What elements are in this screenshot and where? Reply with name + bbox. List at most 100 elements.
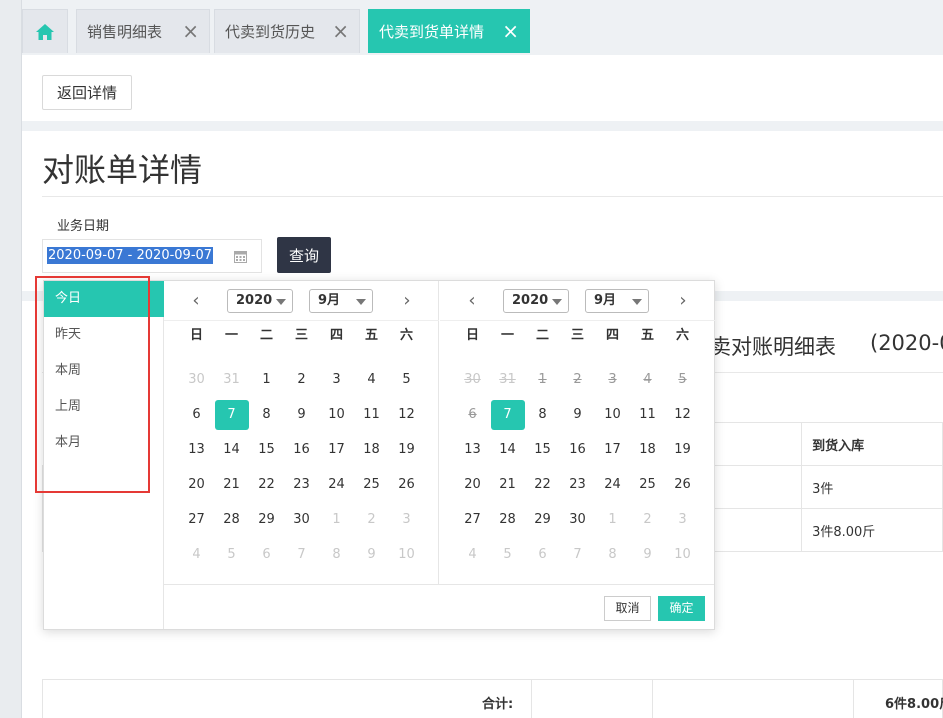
next-month-icon[interactable]: › [397, 290, 417, 311]
day-cell[interactable]: 31 [490, 362, 525, 397]
day-cell[interactable]: 1 [319, 502, 354, 537]
day-cell[interactable]: 25 [354, 467, 389, 502]
day-cell[interactable]: 26 [665, 467, 700, 502]
day-cell[interactable]: 4 [630, 362, 665, 397]
shortcut-this-week[interactable]: 本周 [44, 353, 164, 389]
day-cell[interactable]: 10 [319, 397, 354, 432]
day-cell[interactable]: 8 [595, 537, 630, 572]
day-cell[interactable]: 3 [665, 502, 700, 537]
day-cell[interactable]: 6 [525, 537, 560, 572]
selected-day-cell[interactable]: 7 [490, 397, 525, 432]
day-cell[interactable]: 16 [560, 432, 595, 467]
day-cell[interactable]: 26 [389, 467, 424, 502]
day-cell[interactable]: 28 [214, 502, 249, 537]
month-select[interactable]: 9月 [585, 289, 649, 313]
day-cell[interactable]: 22 [525, 467, 560, 502]
day-cell[interactable]: 28 [490, 502, 525, 537]
day-cell[interactable]: 9 [284, 397, 319, 432]
day-cell[interactable]: 13 [455, 432, 490, 467]
day-cell[interactable]: 17 [319, 432, 354, 467]
close-icon[interactable]: × [332, 20, 349, 42]
day-cell[interactable]: 11 [354, 397, 389, 432]
cancel-button[interactable]: 取消 [604, 596, 651, 621]
day-cell[interactable]: 18 [630, 432, 665, 467]
year-select[interactable]: 2020 [227, 289, 293, 313]
day-cell[interactable]: 20 [455, 467, 490, 502]
day-cell[interactable]: 6 [249, 537, 284, 572]
tab-consign-arrival-detail[interactable]: 代卖到货单详情 × [368, 9, 530, 53]
day-cell[interactable]: 5 [389, 362, 424, 397]
shortcut-today[interactable]: 今日 [44, 281, 164, 317]
day-cell[interactable]: 23 [284, 467, 319, 502]
day-cell[interactable]: 30 [284, 502, 319, 537]
day-cell[interactable]: 16 [284, 432, 319, 467]
day-cell[interactable]: 2 [560, 362, 595, 397]
shortcut-last-week[interactable]: 上周 [44, 389, 164, 425]
day-cell[interactable]: 4 [179, 537, 214, 572]
day-cell[interactable]: 30 [560, 502, 595, 537]
day-cell[interactable]: 3 [389, 502, 424, 537]
day-cell[interactable]: 23 [560, 467, 595, 502]
tab-consign-arrival-history[interactable]: 代卖到货历史 × [214, 9, 360, 53]
tab-home[interactable] [22, 9, 68, 53]
day-cell[interactable]: 19 [665, 432, 700, 467]
day-cell[interactable]: 7 [284, 537, 319, 572]
day-cell[interactable]: 3 [319, 362, 354, 397]
day-cell[interactable]: 10 [665, 537, 700, 572]
day-cell[interactable]: 22 [249, 467, 284, 502]
day-cell[interactable]: 21 [214, 467, 249, 502]
day-cell[interactable]: 5 [665, 362, 700, 397]
day-cell[interactable]: 2 [284, 362, 319, 397]
day-cell[interactable]: 1 [525, 362, 560, 397]
month-select[interactable]: 9月 [309, 289, 373, 313]
day-cell[interactable]: 17 [595, 432, 630, 467]
day-cell[interactable]: 8 [249, 397, 284, 432]
day-cell[interactable]: 29 [525, 502, 560, 537]
date-range-input[interactable]: 2020-09-07 - 2020-09-07 [42, 239, 262, 273]
query-button[interactable]: 查询 [277, 237, 331, 273]
day-cell[interactable]: 19 [389, 432, 424, 467]
close-icon[interactable]: × [502, 20, 519, 42]
day-cell[interactable]: 29 [249, 502, 284, 537]
day-cell[interactable]: 8 [525, 397, 560, 432]
shortcut-this-month[interactable]: 本月 [44, 425, 164, 461]
next-month-icon[interactable]: › [673, 290, 693, 311]
day-cell[interactable]: 8 [319, 537, 354, 572]
prev-month-icon[interactable]: ‹ [462, 290, 482, 311]
confirm-button[interactable]: 确定 [658, 596, 705, 621]
day-cell[interactable]: 6 [179, 397, 214, 432]
day-cell[interactable]: 9 [630, 537, 665, 572]
day-cell[interactable]: 10 [595, 397, 630, 432]
day-cell[interactable]: 2 [630, 502, 665, 537]
day-cell[interactable]: 13 [179, 432, 214, 467]
day-cell[interactable]: 2 [354, 502, 389, 537]
day-cell[interactable]: 12 [665, 397, 700, 432]
year-select[interactable]: 2020 [503, 289, 569, 313]
day-cell[interactable]: 15 [249, 432, 284, 467]
day-cell[interactable]: 25 [630, 467, 665, 502]
day-cell[interactable]: 4 [354, 362, 389, 397]
day-cell[interactable]: 24 [595, 467, 630, 502]
selected-day-cell[interactable]: 7 [214, 397, 249, 432]
prev-month-icon[interactable]: ‹ [186, 290, 206, 311]
day-cell[interactable]: 5 [490, 537, 525, 572]
day-cell[interactable]: 9 [560, 397, 595, 432]
day-cell[interactable]: 1 [595, 502, 630, 537]
day-cell[interactable]: 4 [455, 537, 490, 572]
back-to-detail-button[interactable]: 返回详情 [42, 75, 132, 110]
day-cell[interactable]: 3 [595, 362, 630, 397]
day-cell[interactable]: 12 [389, 397, 424, 432]
day-cell[interactable]: 10 [389, 537, 424, 572]
day-cell[interactable]: 14 [490, 432, 525, 467]
day-cell[interactable]: 30 [179, 362, 214, 397]
day-cell[interactable]: 27 [179, 502, 214, 537]
day-cell[interactable]: 20 [179, 467, 214, 502]
day-cell[interactable]: 6 [455, 397, 490, 432]
day-cell[interactable]: 9 [354, 537, 389, 572]
shortcut-yesterday[interactable]: 昨天 [44, 317, 164, 353]
day-cell[interactable]: 5 [214, 537, 249, 572]
day-cell[interactable]: 14 [214, 432, 249, 467]
close-icon[interactable]: × [182, 20, 199, 42]
day-cell[interactable]: 21 [490, 467, 525, 502]
day-cell[interactable]: 27 [455, 502, 490, 537]
